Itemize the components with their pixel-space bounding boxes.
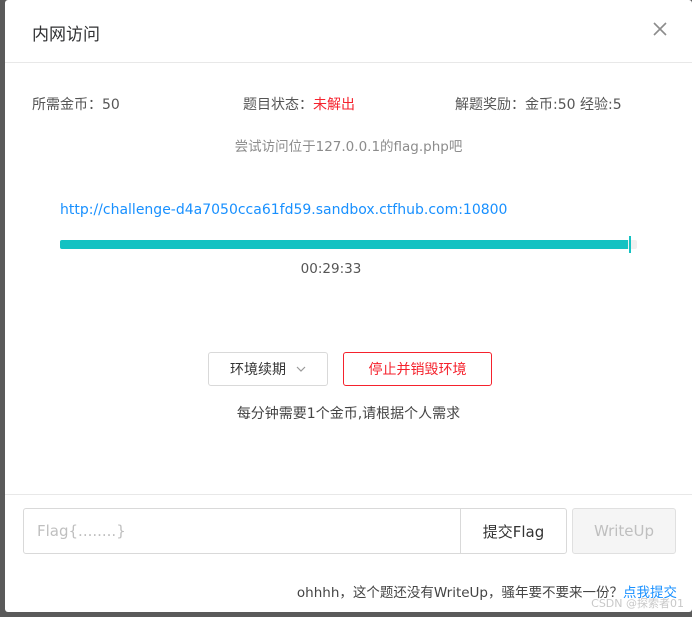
renew-environment-dropdown[interactable]: 环境续期 xyxy=(208,352,328,386)
reward-info: 解题奖励：金币:50 经验:5 xyxy=(455,94,622,114)
footer-divider xyxy=(5,494,692,495)
status-value: 未解出 xyxy=(313,97,355,113)
stop-destroy-environment-button[interactable]: 停止并销毁环境 xyxy=(343,352,492,386)
environment-url-link[interactable]: http://challenge-d4a7050cca61fd59.sandbo… xyxy=(60,202,507,218)
time-remaining-bar xyxy=(60,240,637,249)
status-label: 题目状态： xyxy=(243,97,313,113)
cost-note: 每分钟需要1个金币,请根据个人需求 xyxy=(236,406,461,422)
reward-value: 金币:50 经验:5 xyxy=(525,97,622,113)
flag-input[interactable] xyxy=(23,508,461,554)
cost-label: 所需金币： xyxy=(32,97,102,113)
cost-info: 所需金币：50 xyxy=(32,94,120,114)
renew-label: 环境续期 xyxy=(230,362,286,378)
progress-end-marker xyxy=(629,236,631,253)
csdn-watermark: CSDN @探索者01 xyxy=(591,597,684,610)
chevron-down-icon xyxy=(296,366,306,372)
writeup-prompt-text: ohhhh，这个题还没有WriteUp，骚年要不要来一份？ xyxy=(296,585,623,601)
submit-flag-button[interactable]: 提交Flag xyxy=(460,508,567,554)
close-icon[interactable] xyxy=(650,19,670,39)
challenge-hint: 尝试访问位于127.0.0.1的flag.php吧 xyxy=(234,139,463,155)
dialog-header: 内网访问 xyxy=(5,0,692,63)
countdown-timer: 00:29:33 xyxy=(300,261,362,277)
writeup-button: WriteUp xyxy=(572,508,676,554)
reward-label: 解题奖励： xyxy=(455,97,525,113)
dialog-title: 内网访问 xyxy=(32,25,100,45)
cost-value: 50 xyxy=(102,97,120,113)
status-info: 题目状态：未解出 xyxy=(243,94,355,114)
environment-dialog: 内网访问 所需金币：50 题目状态：未解出 解题奖励：金币:50 经验:5 尝试… xyxy=(5,0,692,612)
time-remaining-fill xyxy=(60,240,629,249)
